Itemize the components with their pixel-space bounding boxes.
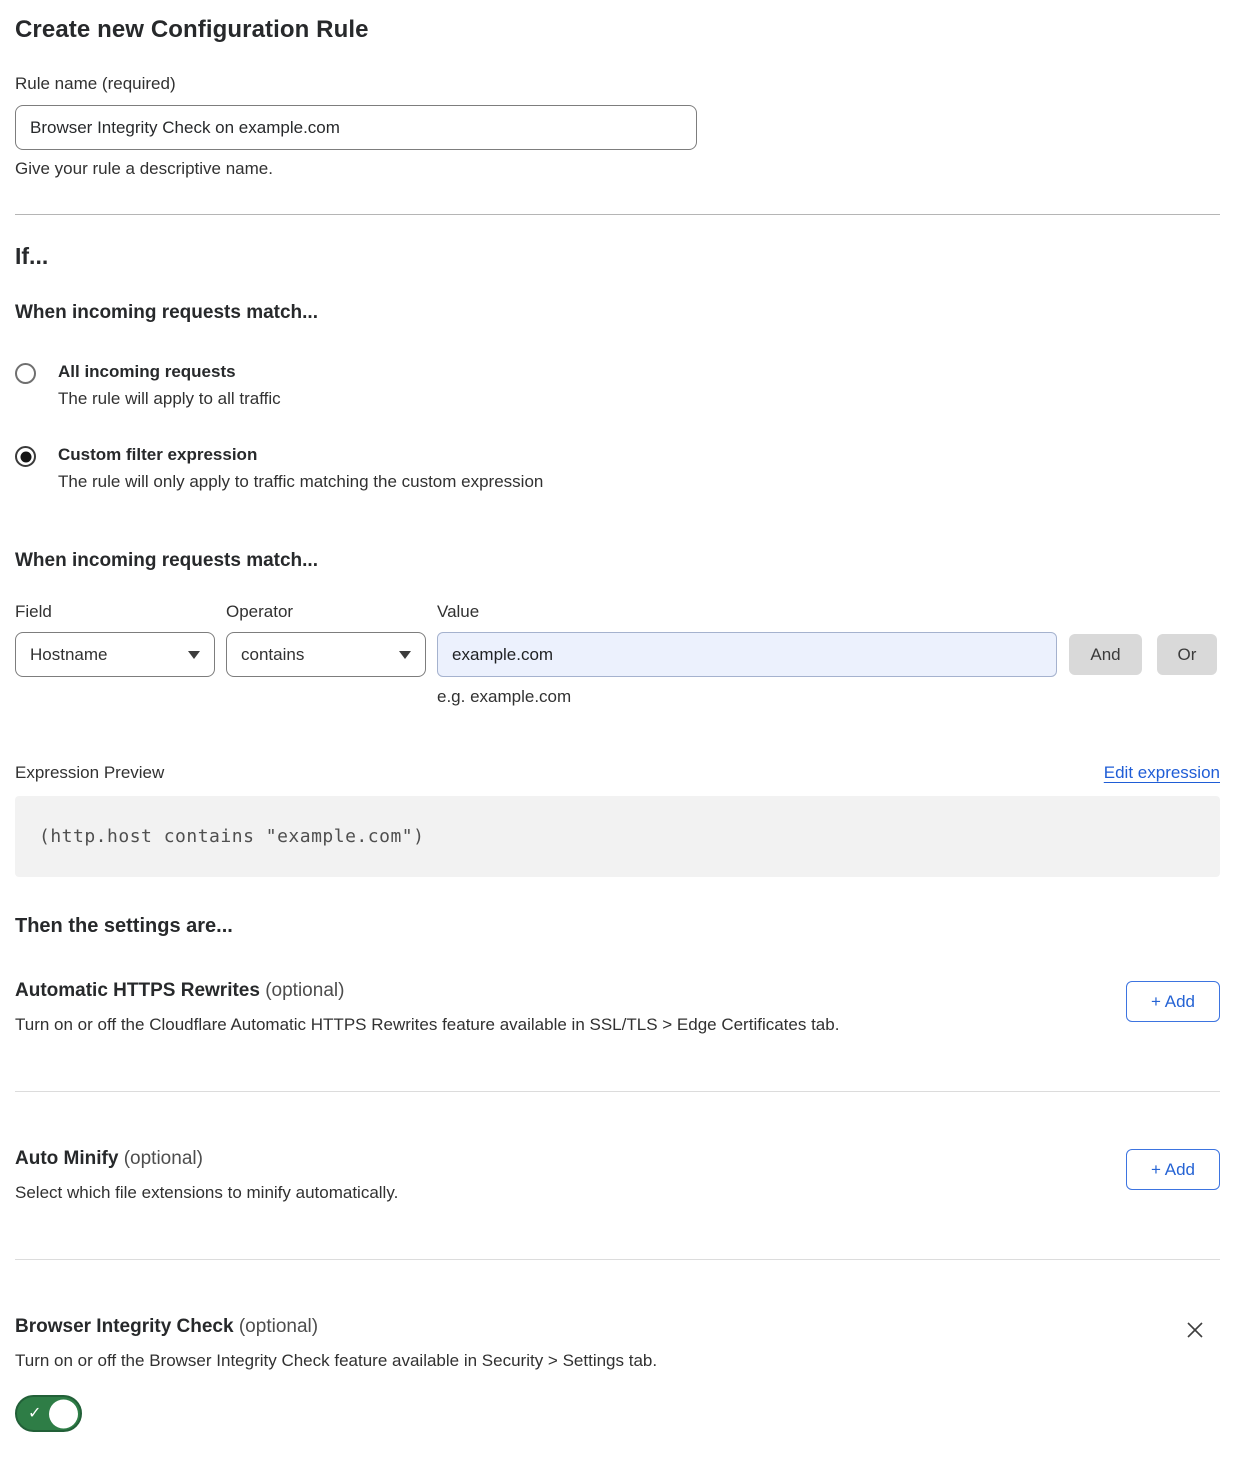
if-heading: If...	[15, 243, 1220, 270]
radio-custom-expression[interactable]	[15, 446, 36, 467]
radio-option-all-requests[interactable]: All incoming requests The rule will appl…	[15, 362, 1220, 409]
field-column-label: Field	[15, 602, 215, 622]
page-title: Create new Configuration Rule	[15, 16, 1220, 44]
toggle-knob	[49, 1399, 78, 1428]
setting-title: Browser Integrity Check (optional)	[15, 1316, 1184, 1338]
check-icon: ✓	[28, 1406, 41, 1422]
then-heading: Then the settings are...	[15, 915, 1220, 938]
setting-description: Turn on or off the Browser Integrity Che…	[15, 1351, 1184, 1371]
edit-expression-link[interactable]: Edit expression	[1104, 763, 1220, 783]
chevron-down-icon	[188, 651, 200, 659]
radio-option-custom-expression[interactable]: Custom filter expression The rule will o…	[15, 445, 1220, 492]
radio-custom-expression-description: The rule will only apply to traffic matc…	[58, 472, 543, 492]
setting-description: Turn on or off the Cloudflare Automatic …	[15, 1015, 1126, 1035]
rule-name-help: Give your rule a descriptive name.	[15, 159, 1220, 179]
setting-auto-minify: Auto Minify (optional) Select which file…	[15, 1148, 1220, 1203]
chevron-down-icon	[399, 651, 411, 659]
radio-custom-expression-label: Custom filter expression	[58, 445, 543, 465]
optional-tag: (optional)	[124, 1148, 203, 1169]
field-select[interactable]: Hostname	[15, 632, 215, 677]
optional-tag: (optional)	[239, 1316, 318, 1337]
operator-select[interactable]: contains	[226, 632, 426, 677]
radio-all-requests-description: The rule will apply to all traffic	[58, 389, 281, 409]
rule-name-input[interactable]	[15, 105, 697, 150]
create-configuration-rule-form: Create new Configuration Rule Rule name …	[0, 0, 1237, 1472]
setting-description: Select which file extensions to minify a…	[15, 1183, 1126, 1203]
remove-setting-button[interactable]	[1184, 1316, 1212, 1344]
add-auto-minify-button[interactable]: + Add	[1126, 1149, 1220, 1190]
value-column-label: Value	[437, 602, 1057, 622]
setting-browser-integrity-check: Browser Integrity Check (optional) Turn …	[15, 1316, 1220, 1432]
section-divider	[15, 214, 1220, 215]
expression-preview-code: (http.host contains "example.com")	[15, 796, 1220, 877]
operator-column-label: Operator	[226, 602, 426, 622]
expression-preview-label: Expression Preview	[15, 763, 164, 783]
setting-title: Auto Minify (optional)	[15, 1148, 1126, 1170]
rule-name-label: Rule name (required)	[15, 74, 1220, 94]
browser-integrity-check-toggle[interactable]: ✓	[15, 1395, 82, 1432]
radio-all-requests-label: All incoming requests	[58, 362, 281, 382]
add-automatic-https-rewrites-button[interactable]: + Add	[1126, 981, 1220, 1022]
optional-tag: (optional)	[265, 980, 344, 1001]
setting-title: Automatic HTTPS Rewrites (optional)	[15, 980, 1126, 1002]
value-input[interactable]	[437, 632, 1057, 677]
or-button[interactable]: Or	[1157, 634, 1217, 675]
setting-automatic-https-rewrites: Automatic HTTPS Rewrites (optional) Turn…	[15, 980, 1220, 1035]
setting-divider	[15, 1091, 1220, 1092]
expression-builder-row: Field Hostname Operator contains Value A…	[15, 602, 1220, 677]
radio-all-requests[interactable]	[15, 363, 36, 384]
value-help-text: e.g. example.com	[437, 687, 1220, 707]
operator-select-value: contains	[241, 645, 304, 665]
setting-divider	[15, 1259, 1220, 1260]
match-subheading: When incoming requests match...	[15, 302, 1220, 324]
close-icon	[1184, 1319, 1212, 1341]
and-button[interactable]: And	[1069, 634, 1142, 675]
field-select-value: Hostname	[30, 645, 107, 665]
builder-heading: When incoming requests match...	[15, 550, 1220, 572]
